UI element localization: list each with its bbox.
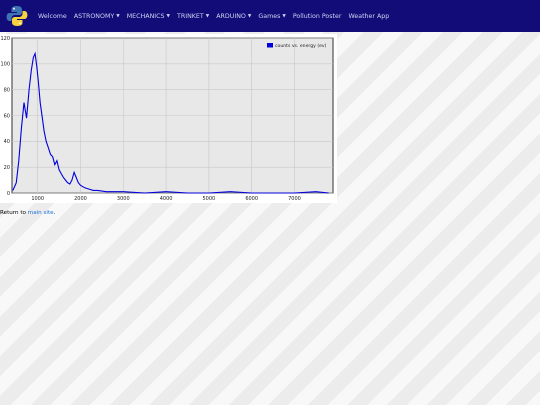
nav-astronomy[interactable]: ASTRONOMY ▼ [74,13,120,20]
caret-down-icon: ▼ [205,13,210,19]
nav-mechanics[interactable]: MECHANICS ▼ [127,13,170,20]
caret-down-icon: ▼ [166,13,170,19]
nav-welcome[interactable]: Welcome [38,13,67,20]
y-tick-label: 0 [7,191,10,197]
x-tick-label: 6000 [245,196,258,202]
return-line: Return to main site. [0,210,55,216]
nav-menu: Welcome ASTRONOMY ▼ MECHANICS ▼ TRINKET ▼ A… [38,0,396,32]
nav-weather-app[interactable]: Weather App [348,13,389,20]
y-tick-label: 100 [0,62,10,68]
nav-arduino[interactable]: ARDUINO ▼ [216,13,251,20]
legend-swatch [267,43,273,48]
nav-label: ARDUINO [216,12,246,20]
nav-label: TRINKET [177,12,204,20]
nav-label: ASTRONOMY [73,12,115,20]
y-tick-label: 60 [4,113,10,119]
x-tick-label: 2000 [74,196,87,202]
nav-label: Games [258,12,281,20]
nav-label: Weather App [348,12,390,20]
nav-games[interactable]: Games ▼ [258,13,286,20]
y-tick-label: 80 [4,87,10,93]
nav-label: MECHANICS [126,12,165,20]
nav-label: Welcome [38,12,67,20]
chart-container: 1000 2000 3000 4000 5000 6000 7000 0 20 40 60 80 100… [0,34,337,203]
nav-label: Pollution Poster [292,12,342,20]
x-tick-label: 1000 [31,196,44,202]
return-prefix: Return to [0,210,26,216]
caret-down-icon: ▼ [282,13,286,19]
x-tick-label: 5000 [203,196,216,202]
x-tick-label: 7000 [288,196,301,202]
caret-down-icon: ▼ [116,13,120,19]
counts-energy-chart: 1000 2000 3000 4000 5000 6000 7000 0 20 40 60 80 100… [0,36,334,202]
nav-pollution-poster[interactable]: Pollution Poster [293,13,342,20]
y-tick-label: 40 [4,139,10,145]
x-tick-label: 4000 [160,196,173,202]
top-navbar: Welcome ASTRONOMY ▼ MECHANICS ▼ TRINKET ▼ A… [0,0,540,32]
main-site-link[interactable]: main site [28,210,54,216]
python-logo-icon[interactable] [6,5,28,27]
legend-label: counts vs. energy (ev) [275,43,327,49]
x-tick-label: 3000 [117,196,130,202]
y-tick-label: 20 [4,165,10,171]
return-suffix: . [53,210,56,216]
nav-trinket[interactable]: TRINKET ▼ [177,13,209,20]
y-tick-label: 120 [0,36,10,42]
caret-down-icon: ▼ [247,13,252,19]
